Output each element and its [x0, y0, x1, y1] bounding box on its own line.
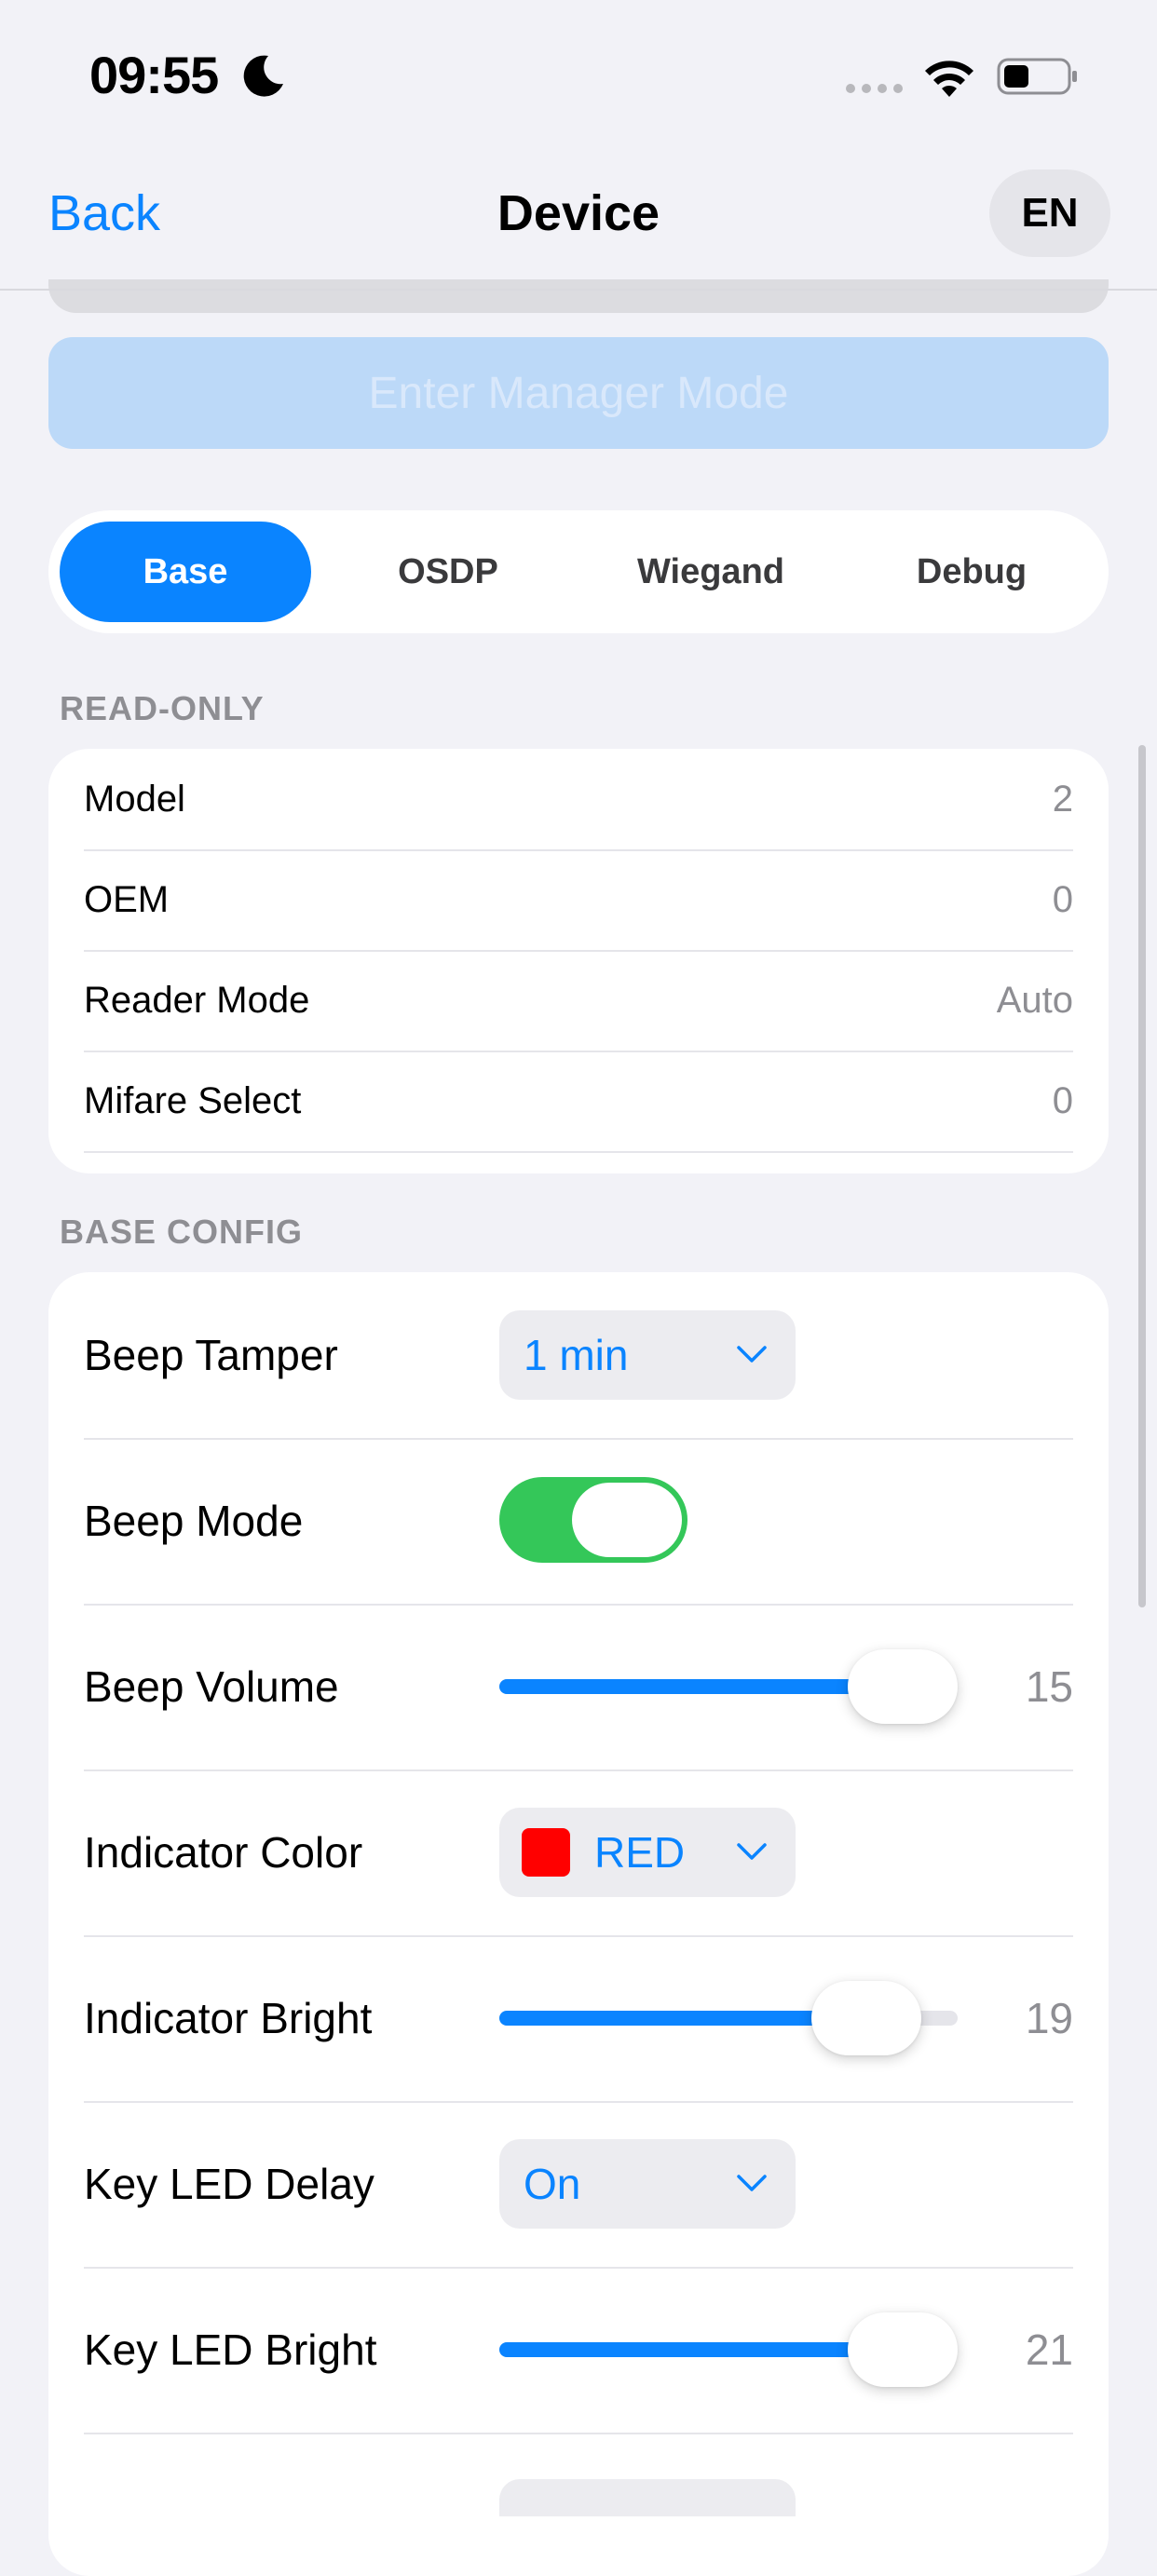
section-header-base-config: BASE CONFIG: [60, 1213, 304, 1251]
slider-fill: [499, 2342, 903, 2357]
read-only-row-oem: OEM 0: [84, 849, 1073, 952]
read-only-card: Model 2 OEM 0 Reader Mode Auto Mifare Se…: [48, 749, 1109, 1173]
section-header-read-only: READ-ONLY: [60, 689, 265, 727]
config-row-key-led-bright: Key LED Bright 21: [84, 2267, 1073, 2434]
slider-fill: [499, 1679, 903, 1694]
enter-manager-mode-button[interactable]: Enter Manager Mode: [48, 337, 1109, 449]
battery-icon: [997, 58, 1077, 95]
config-row-indicator-bright: Indicator Bright 19: [84, 1935, 1073, 2103]
row-label: Key LED Delay: [84, 2160, 374, 2208]
key-led-bright-slider[interactable]: [499, 2312, 958, 2387]
row-label: Beep Mode: [84, 1497, 304, 1545]
row-value: 2: [1052, 779, 1073, 820]
wifi-icon: [925, 61, 973, 97]
indicator-color-dropdown[interactable]: RED: [499, 1808, 796, 1897]
base-config-card: Beep Tamper 1 min Beep Mode Beep Volume …: [48, 1272, 1109, 2576]
row-value: 0: [1052, 1080, 1073, 1121]
slider-value: 15: [1025, 1662, 1073, 1711]
read-only-row-reader-mode: Reader Mode Auto: [84, 950, 1073, 1052]
slider-thumb[interactable]: [847, 1649, 958, 1724]
row-value: 0: [1052, 879, 1073, 920]
toggle-knob: [572, 1483, 682, 1557]
row-label: Mifare Select: [84, 1080, 302, 1121]
config-row-indicator-color: Indicator Color RED: [84, 1769, 1073, 1937]
dropdown-value: 1 min: [524, 1331, 629, 1379]
row-label: OEM: [84, 879, 170, 920]
config-row-beep-tamper: Beep Tamper 1 min: [84, 1272, 1073, 1440]
config-row-beep-volume: Beep Volume 15: [84, 1604, 1073, 1771]
tab-base[interactable]: Base: [60, 522, 311, 622]
config-row-beep-mode: Beep Mode: [84, 1438, 1073, 1606]
next-row-dropdown-edge[interactable]: [499, 2479, 796, 2516]
slider-value: 21: [1025, 2325, 1073, 2374]
nav-divider: [0, 289, 1157, 291]
segmented-tab-bar: Base OSDP Wiegand Debug: [48, 510, 1109, 633]
page-title: Device: [497, 185, 660, 241]
moon-icon: [243, 55, 283, 97]
chevron-down-icon: [737, 1346, 767, 1363]
chevron-down-icon: [737, 1843, 767, 1860]
row-label: Beep Tamper: [84, 1331, 338, 1379]
row-value: Auto: [996, 980, 1073, 1021]
config-row-key-led-delay: Key LED Delay On: [84, 2101, 1073, 2269]
row-label: Beep Volume: [84, 1662, 339, 1711]
dropdown-value: RED: [594, 1828, 686, 1877]
row-label: Reader Mode: [84, 980, 310, 1021]
status-time: 09:55: [89, 46, 219, 104]
row-label: Key LED Bright: [84, 2325, 377, 2374]
row-label: Model: [84, 779, 185, 820]
indicator-bright-slider[interactable]: [499, 1981, 958, 2055]
read-only-row-mifare-select: Mifare Select 0: [84, 1051, 1073, 1153]
key-led-delay-dropdown[interactable]: On: [499, 2139, 796, 2229]
tab-debug[interactable]: Debug: [846, 522, 1097, 622]
beep-tamper-dropdown[interactable]: 1 min: [499, 1310, 796, 1400]
language-button[interactable]: EN: [989, 169, 1110, 257]
tab-osdp[interactable]: OSDP: [322, 522, 574, 622]
slider-value: 19: [1025, 1994, 1073, 2042]
scroll-indicator[interactable]: [1138, 745, 1146, 1607]
previous-card-edge: [48, 279, 1109, 313]
slider-thumb[interactable]: [847, 2312, 958, 2387]
back-button[interactable]: Back: [48, 184, 160, 242]
chevron-down-icon: [737, 2175, 767, 2191]
row-label: Indicator Bright: [84, 1994, 373, 2042]
slider-thumb[interactable]: [810, 1981, 921, 2055]
dropdown-value: On: [524, 2160, 581, 2208]
tab-wiegand[interactable]: Wiegand: [585, 522, 837, 622]
read-only-row-model: Model 2: [84, 749, 1073, 851]
row-label: Indicator Color: [84, 1828, 363, 1877]
beep-mode-toggle[interactable]: [499, 1477, 687, 1563]
color-swatch: [522, 1828, 570, 1877]
signal-icon: [846, 84, 903, 93]
beep-volume-slider[interactable]: [499, 1649, 958, 1724]
